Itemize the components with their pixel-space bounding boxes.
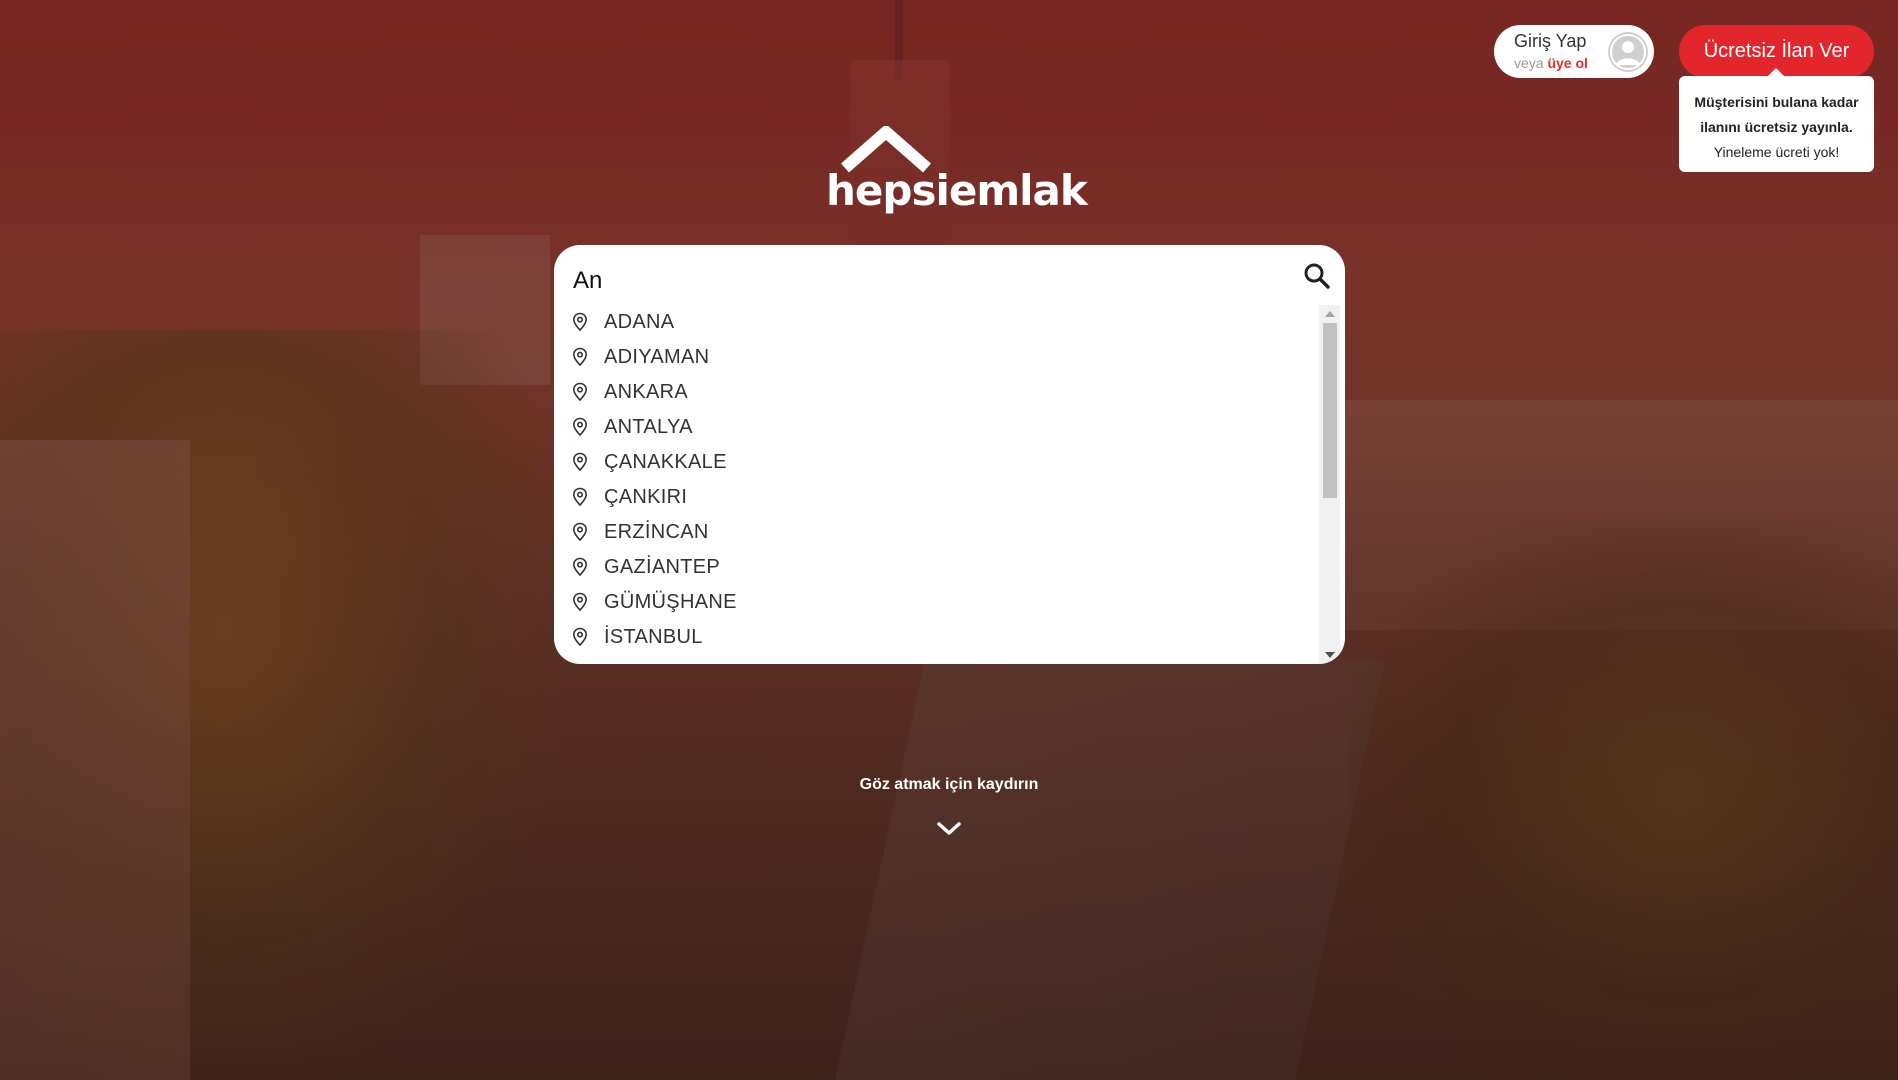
suggestion-item[interactable]: GAZİANTEP <box>572 550 1312 585</box>
suggestion-item[interactable]: ÇANAKKALE <box>572 445 1312 480</box>
logo-wordmark: hepsiemlak <box>826 166 1088 215</box>
location-pin-icon <box>572 592 588 612</box>
brand-logo[interactable]: hepsiemlak <box>826 126 1088 216</box>
search-icon[interactable] <box>1302 261 1332 291</box>
location-pin-icon <box>572 417 588 437</box>
location-pin-icon <box>572 557 588 577</box>
suggestion-label: GAZİANTEP <box>604 556 721 578</box>
search-input[interactable] <box>573 259 1253 303</box>
location-pin-icon <box>572 382 588 402</box>
scroll-hint-text: Göz atmak için kaydırın <box>859 776 1039 793</box>
suggestion-scrollbar[interactable] <box>1319 305 1340 664</box>
suggestion-item[interactable]: ADIYAMAN <box>572 340 1312 375</box>
suggestion-list: ADANA ADIYAMAN ANKARA ANTALYA ÇANAKKALE ÇANKI… <box>554 305 1345 664</box>
user-avatar-icon <box>1608 32 1648 72</box>
location-pin-icon <box>572 487 588 507</box>
location-search: ADANA ADIYAMAN ANKARA ANTALYA ÇANAKKALE ÇANKI… <box>554 245 1345 664</box>
location-pin-icon <box>572 522 588 542</box>
location-pin-icon <box>572 347 588 367</box>
suggestion-label: GÜMÜŞHANE <box>604 591 737 613</box>
suggestion-label: ERZİNCAN <box>604 521 709 543</box>
suggestion-item[interactable]: ERZİNCAN <box>572 515 1312 550</box>
cta-tooltip: Müşterisini bulana kadar ilanını ücretsi… <box>1679 68 1874 172</box>
scrollbar-thumb[interactable] <box>1323 323 1337 498</box>
suggestion-label: ADANA <box>604 311 675 333</box>
login-button[interactable]: Giriş Yap veya üye ol <box>1494 25 1654 78</box>
location-pin-icon <box>572 627 588 647</box>
cta-tooltip-title: Müşterisini bulana kadar ilanını ücretsi… <box>1694 94 1859 135</box>
suggestion-item[interactable]: ADANA <box>572 305 1312 340</box>
suggestion-item[interactable]: GÜMÜŞHANE <box>572 585 1312 620</box>
location-pin-icon <box>572 452 588 472</box>
suggestion-label: ANTALYA <box>604 416 693 438</box>
suggestion-item[interactable]: İSTANBUL <box>572 620 1312 655</box>
login-label: Giriş Yap <box>1514 31 1587 51</box>
chevron-down-icon[interactable] <box>936 821 962 837</box>
signup-link[interactable]: üye ol <box>1547 55 1587 71</box>
suggestion-item[interactable]: ÇANKIRI <box>572 480 1312 515</box>
scroll-down-arrow-icon[interactable] <box>1325 652 1335 658</box>
suggestion-label: İSTANBUL <box>604 626 703 648</box>
signup-line: veya üye ol <box>1514 55 1588 71</box>
scroll-up-arrow-icon[interactable] <box>1325 311 1335 317</box>
suggestion-label: ADIYAMAN <box>604 346 710 368</box>
suggestion-item[interactable]: ANTALYA <box>572 410 1312 445</box>
suggestion-label: ÇANAKKALE <box>604 451 727 473</box>
suggestion-item[interactable]: ANKARA <box>572 375 1312 410</box>
suggestion-label: ANKARA <box>604 381 689 403</box>
signup-prefix: veya <box>1514 55 1544 71</box>
cta-tooltip-note: Yineleme ücreti yok! <box>1713 144 1840 160</box>
suggestion-label: ÇANKIRI <box>604 486 688 508</box>
location-pin-icon <box>572 312 588 332</box>
